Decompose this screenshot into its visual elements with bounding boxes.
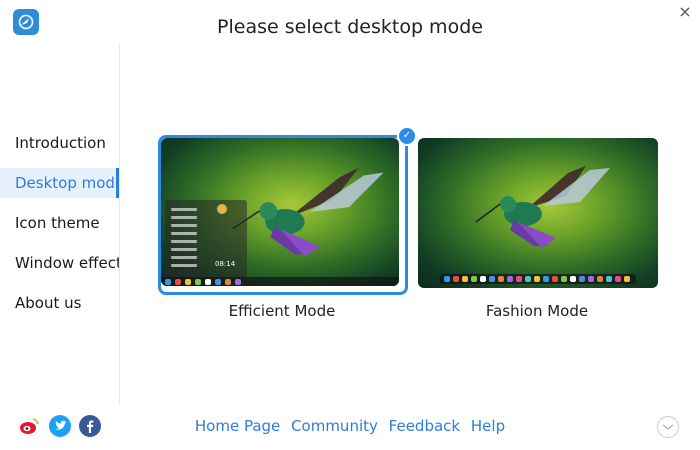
efficient-mode-card[interactable]: 08:14: [158, 135, 408, 295]
community-link[interactable]: Community: [291, 417, 378, 435]
sidebar-item-window-effect[interactable]: Window effect: [0, 248, 119, 278]
footer-links: Home Page Community Feedback Help: [0, 417, 700, 435]
sidebar-item-introduction[interactable]: Introduction: [0, 128, 119, 158]
start-menu-preview: 08:14: [165, 200, 247, 282]
efficient-mode-thumbnail: 08:14: [161, 138, 399, 286]
sidebar: Introduction Desktop mode Icon theme Win…: [0, 43, 120, 405]
clock-text: 08:14: [215, 260, 236, 268]
fashion-mode-card[interactable]: [418, 138, 662, 292]
efficient-taskbar-preview: [161, 277, 399, 286]
sidebar-nav: Introduction Desktop mode Icon theme Win…: [0, 128, 119, 328]
feedback-link[interactable]: Feedback: [389, 417, 460, 435]
hummingbird-illustration: [475, 166, 610, 248]
sidebar-item-about-us[interactable]: About us: [0, 288, 119, 318]
home-page-link[interactable]: Home Page: [195, 417, 280, 435]
sidebar-item-icon-theme[interactable]: Icon theme: [0, 208, 119, 238]
page-title: Please select desktop mode: [217, 16, 483, 38]
sidebar-item-desktop-mode[interactable]: Desktop mode: [0, 168, 119, 198]
fashion-mode-thumbnail: [418, 138, 658, 288]
efficient-mode-label: Efficient Mode: [228, 302, 336, 320]
help-link[interactable]: Help: [471, 417, 505, 435]
collapse-chevron-icon[interactable]: [657, 416, 679, 438]
fashion-dock-preview: [440, 274, 636, 284]
selected-check-icon: ✓: [397, 126, 417, 146]
fashion-mode-label: Fashion Mode: [485, 302, 589, 320]
